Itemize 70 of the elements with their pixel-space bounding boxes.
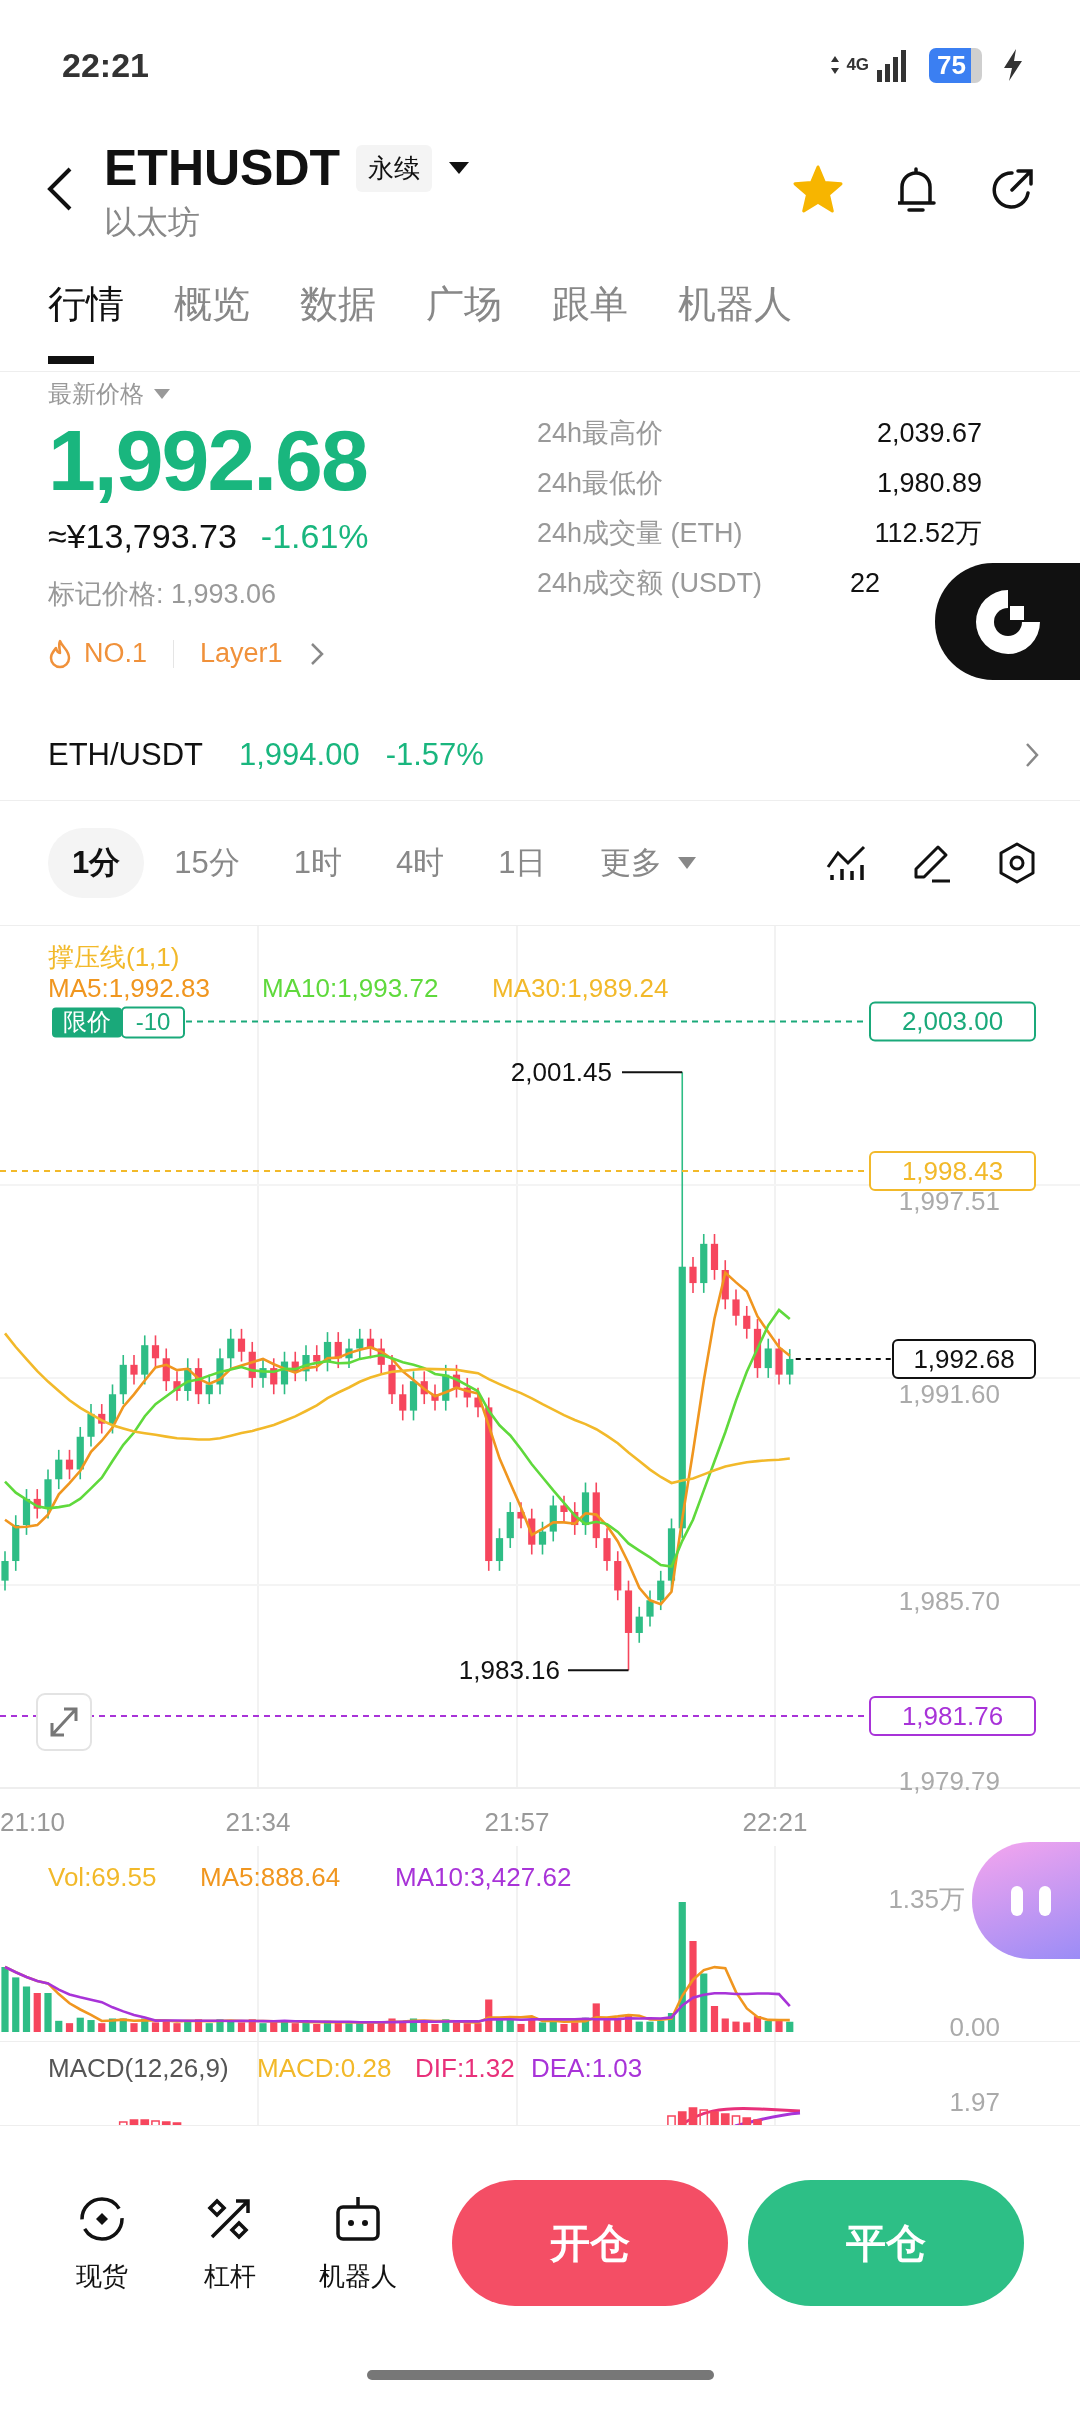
sector-link[interactable]: Layer1 [200,638,283,669]
axis-label: 1,991.60 [898,1379,1000,1409]
axis-label: 1,985.70 [898,1586,1000,1616]
stat-label: 24h成交额 (USDT) [537,567,764,600]
time-label: 21:10 [0,1807,66,1837]
tab[interactable]: 概览 [174,282,250,364]
time-label: 21:57 [484,1807,550,1837]
legend-text: MA10:3,427.62 [395,1862,572,1892]
contract-badge: 永续 [356,144,433,192]
open-position-button[interactable]: 开仓 [452,2180,728,2306]
interval-tab[interactable]: 1时 [269,828,366,898]
legend-text: Vol:69.55 [48,1862,157,1892]
more-intervals[interactable]: 更多 [576,828,687,898]
stat-label: 24h最低价 [537,467,665,500]
stat-value: 1,980.89 [875,467,982,500]
pair-subtitle: 以太坊 [104,203,201,242]
indicator-label: 撑压线(1,1) [48,942,180,972]
cny-price: ≈¥13,793.73 [48,516,237,557]
mark-price: 标记价格: 1,993.06 [48,578,278,611]
interval-tab[interactable]: 1分 [48,828,145,898]
legend-text: MACD:0.28 [257,2053,392,2083]
spot-price: 1,994.00 [239,737,360,773]
legend-text: MA10:1,993.72 [262,973,439,1003]
high-price-marker: 2,001.45 [510,1057,612,1088]
current-price-tag: 1,992.68 [892,1338,1036,1379]
time-label: 21:34 [225,1807,291,1837]
spot-pair[interactable]: ETH/USDT [48,737,203,773]
status-time: 22:21 [62,45,149,85]
last-price: 1,992.68 [48,412,368,508]
stat-value: 22 [849,567,882,600]
axis-label: 1.97 [949,2087,1000,2117]
price-tag: 2,003.00 [869,1001,1036,1042]
axis-label: 1,979.79 [898,1766,1000,1796]
stat-value: 112.52万 [873,517,982,550]
legend-text: DIF:1.32 [415,2053,515,2083]
tab[interactable]: 广场 [426,282,502,364]
low-price-marker: 1,983.16 [458,1655,560,1686]
stat-value: 2,039.67 [875,417,982,450]
shortcut-button[interactable]: 杠杆 [176,2192,284,2294]
limit-label: 限价 [52,1007,122,1038]
stat-label: 24h最高价 [537,417,665,450]
tab[interactable]: 跟单 [552,282,628,364]
price-tag: 1,998.43 [869,1151,1036,1191]
close-position-button[interactable]: 平仓 [748,2180,1024,2306]
tab[interactable]: 机器人 [678,282,792,364]
axis-label: 0.00 [949,2012,1000,2041]
network-type: 4G [846,55,870,75]
shortcut-button[interactable]: 机器人 [304,2192,412,2294]
price-caption: 最新价格 [48,380,144,408]
rank-tag[interactable]: NO.1 [84,638,148,669]
legend-text: MA5:888.64 [200,1862,341,1892]
price-change: -1.61% [260,516,369,557]
tab[interactable]: 行情 [48,282,124,364]
pair-title: ETHUSDT [104,139,341,198]
spot-change: -1.57% [385,737,484,773]
legend-text: MA30:1,989.24 [492,973,669,1003]
interval-tab[interactable]: 15分 [150,828,264,898]
shortcut-button[interactable]: 现货 [48,2192,156,2294]
limit-offset: -10 [121,1006,185,1039]
time-label: 22:21 [742,1807,808,1837]
axis-label: 1.35万 [888,1884,965,1914]
legend-text: MACD(12,26,9) [48,2053,229,2083]
interval-tab[interactable]: 1日 [474,828,571,898]
interval-tab[interactable]: 4时 [372,828,469,898]
legend-text: DEA:1.03 [531,2053,643,2083]
legend-text: MA5:1,992.83 [48,973,210,1003]
price-tag: 1,981.76 [869,1696,1036,1736]
stat-label: 24h成交量 (ETH) [537,517,744,550]
tab[interactable]: 数据 [300,282,376,364]
battery-indicator: 75 [929,47,982,83]
